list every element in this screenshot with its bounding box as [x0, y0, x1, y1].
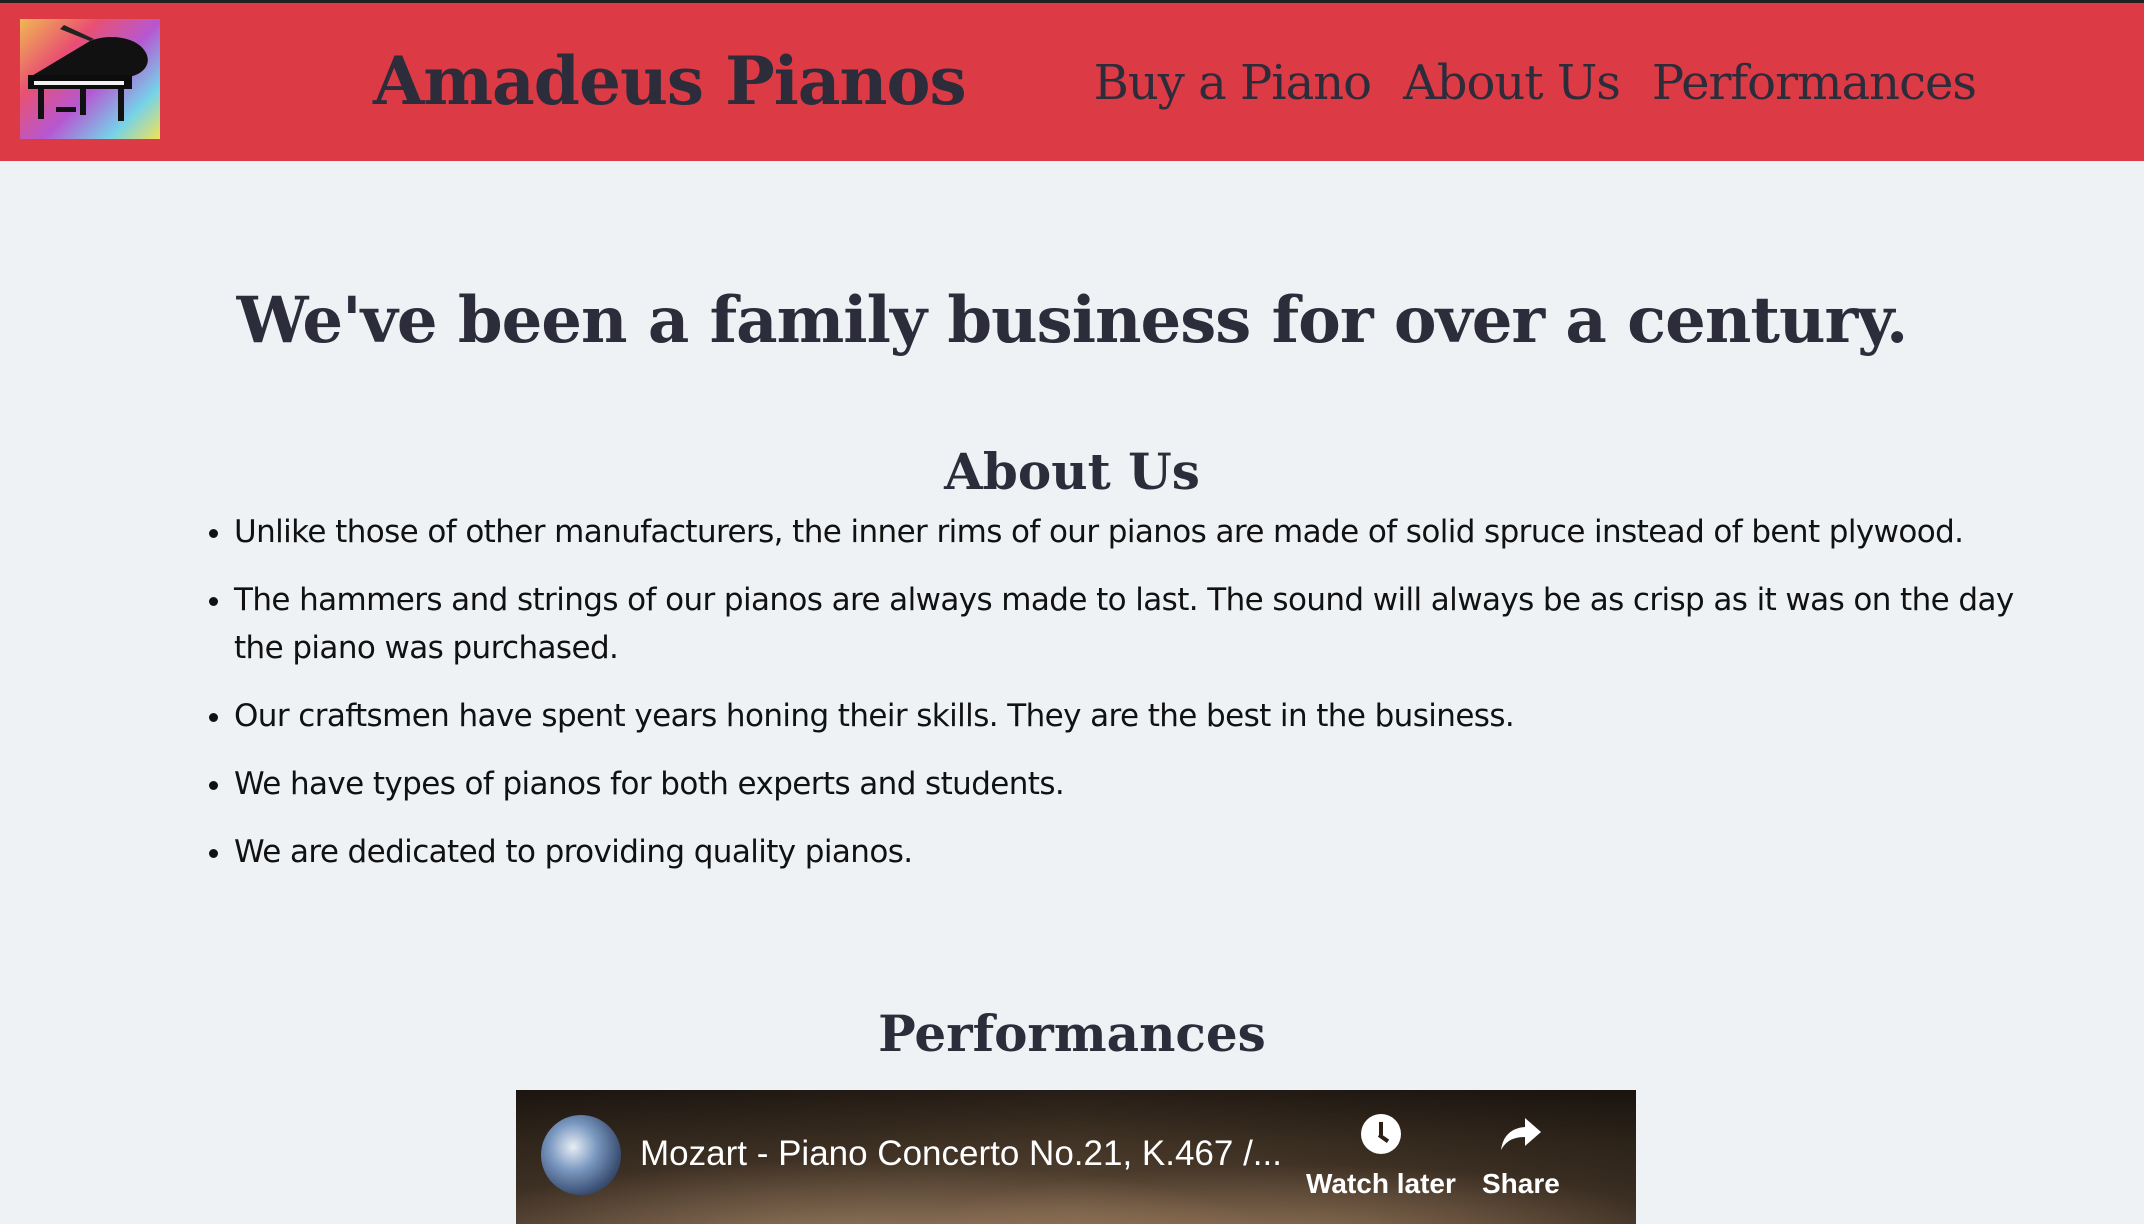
- nav-link-buy-a-piano[interactable]: Buy a Piano: [1094, 55, 1373, 111]
- list-item: We have types of pianos for both experts…: [234, 760, 2034, 808]
- grand-piano-icon: [20, 19, 160, 139]
- list-item: We are dedicated to providing quality pi…: [234, 828, 2034, 876]
- site-header: Amadeus Pianos Buy a Piano About Us Perf…: [0, 0, 2144, 161]
- list-item: The hammers and strings of our pianos ar…: [234, 576, 2034, 672]
- list-item: Our craftsmen have spent years honing th…: [234, 692, 2034, 740]
- embedded-video-player[interactable]: Mozart - Piano Concerto No.21, K.467 /..…: [516, 1090, 1636, 1224]
- share-label: Share: [1482, 1168, 1560, 1199]
- watch-later-label: Watch later: [1306, 1168, 1456, 1199]
- about-us-feature-list: Unlike those of other manufacturers, the…: [196, 508, 2034, 896]
- list-item: Unlike those of other manufacturers, the…: [234, 508, 2034, 556]
- about-us-heading: About Us: [944, 441, 1200, 501]
- nav-link-performances[interactable]: Performances: [1652, 55, 1977, 111]
- main-nav: Buy a Piano About Us Performances: [1094, 55, 1977, 111]
- clock-icon: [1360, 1114, 1401, 1154]
- watch-later-button[interactable]: Watch later: [1306, 1114, 1456, 1200]
- video-title[interactable]: Mozart - Piano Concerto No.21, K.467 /..…: [640, 1134, 1282, 1174]
- performances-heading: Performances: [878, 1003, 1266, 1063]
- share-icon: [1500, 1118, 1541, 1150]
- share-button[interactable]: Share: [1482, 1114, 1560, 1200]
- nav-link-about-us[interactable]: About Us: [1403, 55, 1621, 111]
- brand-name[interactable]: Amadeus Pianos: [373, 42, 967, 120]
- hero-heading: We've been a family business for over a …: [236, 282, 1909, 358]
- channel-avatar[interactable]: [541, 1115, 621, 1195]
- piano-logo[interactable]: [20, 19, 160, 139]
